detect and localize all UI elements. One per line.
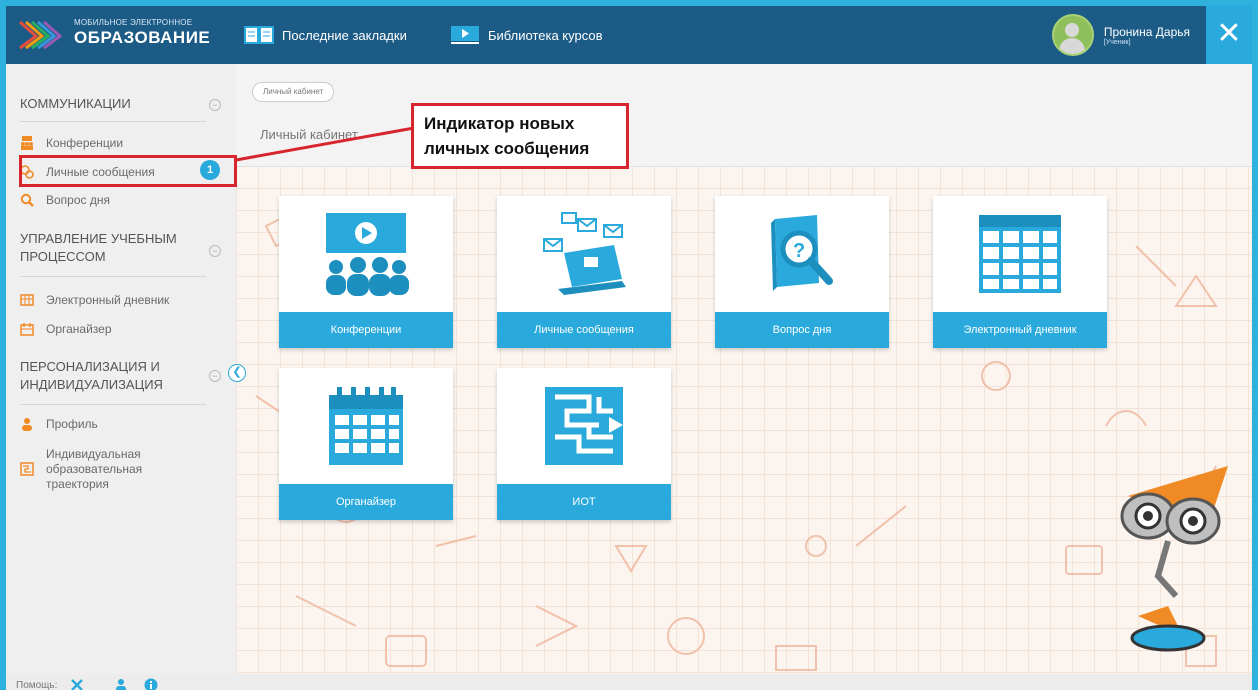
- user-profile[interactable]: Пронина Дарья [Ученик]: [1051, 14, 1190, 56]
- library-label: Библиотека курсов: [488, 27, 603, 43]
- section-personalization-title: ПЕРСОНАЛИЗАЦИЯ И ИНДИВИДУАЛИЗАЦИЯ: [20, 358, 163, 394]
- sidebar-item-label: Конференции: [46, 136, 124, 150]
- logo-icon: [19, 20, 63, 50]
- tile-diary[interactable]: Электронный дневник: [933, 196, 1107, 348]
- help-label: Помощь:: [16, 680, 58, 690]
- divider: [20, 276, 206, 277]
- book-icon: [244, 26, 274, 44]
- sidebar-item-label: траектория: [46, 477, 109, 491]
- sidebar-item-diary[interactable]: Электронный дневник: [20, 293, 169, 307]
- annotation-line: личных сообщения: [424, 139, 590, 158]
- sidebar-item-label: Профиль: [46, 417, 98, 431]
- divider: [20, 121, 206, 122]
- logo[interactable]: МОБИЛЬНОЕ ЭЛЕКТРОННОЕ ОБРАЗОВАНИЕ: [16, 18, 216, 52]
- logo-small-text: МОБИЛЬНОЕ ЭЛЕКТРОННОЕ: [74, 18, 193, 27]
- tile-organizer[interactable]: Органайзер: [279, 368, 453, 520]
- section-process-title: УПРАВЛЕНИЕ УЧЕБНЫМ ПРОЦЕССОМ: [20, 230, 177, 266]
- tile-image: [279, 196, 453, 312]
- tile-image: [279, 368, 453, 484]
- divider: [20, 404, 206, 405]
- robot-mascot-image: [1120, 466, 1228, 652]
- tile-label: Вопрос дня: [715, 312, 889, 348]
- top-bar: МОБИЛЬНОЕ ЭЛЕКТРОННОЕ ОБРАЗОВАНИЕ Послед…: [6, 6, 1252, 64]
- tile-conferences[interactable]: Конференции: [279, 196, 453, 348]
- section-title-line: ПЕРСОНАЛИЗАЦИЯ И: [20, 359, 160, 374]
- search-small-icon: [20, 193, 34, 207]
- user-role: [Ученик]: [1103, 38, 1131, 46]
- sidebar-item-label: Вопрос дня: [46, 193, 110, 207]
- section-title-line: ИНДИВИДУАЛИЗАЦИЯ: [20, 377, 163, 392]
- section-toggle-icon[interactable]: −: [209, 370, 221, 382]
- question-magnifier-icon: ?: [771, 215, 833, 291]
- sidebar-item-label: Электронный дневник: [46, 293, 170, 307]
- conference-small-icon: [21, 136, 33, 150]
- breadcrumb[interactable]: Личный кабинет: [252, 82, 335, 102]
- tile-label: Личные сообщения: [497, 312, 671, 348]
- app-window: МОБИЛЬНОЕ ЭЛЕКТРОННОЕ ОБРАЗОВАНИЕ Послед…: [6, 6, 1252, 690]
- close-icon[interactable]: ✕: [1206, 6, 1252, 64]
- doodle-background: Конференции Личные сообщения ? Вопрос дн…: [236, 166, 1252, 690]
- bookmarks-label: Последние закладки: [282, 27, 407, 43]
- logo-title: ОБРАЗОВАНИЕ: [74, 28, 211, 47]
- section-toggle-icon[interactable]: −: [209, 99, 221, 111]
- section-toggle-icon[interactable]: −: [209, 245, 221, 257]
- calendar-small-icon: [20, 323, 34, 336]
- annotation-line: Индикатор новых: [424, 114, 575, 133]
- bookmarks-link[interactable]: Последние закладки: [244, 24, 407, 46]
- sidebar-item-label: образовательная: [46, 462, 143, 476]
- maze-icon: [545, 387, 623, 465]
- tile-iot[interactable]: ИОТ: [497, 368, 671, 520]
- video-library-icon: [451, 26, 479, 44]
- tools-icon[interactable]: [70, 678, 84, 690]
- tile-image: [497, 368, 671, 484]
- sidebar-item-label: Органайзер: [46, 322, 112, 336]
- library-link[interactable]: Библиотека курсов: [450, 24, 603, 46]
- section-communications-title: КОММУНИКАЦИИ: [20, 96, 131, 111]
- avatar: [1051, 14, 1094, 56]
- user-help-icon[interactable]: [114, 678, 128, 690]
- diary-small-icon: [20, 294, 34, 306]
- tile-label: Органайзер: [279, 484, 453, 520]
- tile-messages[interactable]: Личные сообщения: [497, 196, 671, 348]
- messages-highlight-box: [19, 155, 237, 187]
- footer: Помощь:: [6, 674, 1252, 690]
- sidebar-item-profile[interactable]: Профиль: [20, 417, 98, 431]
- sidebar-item-trajectory[interactable]: Индивидуальная образовательная траектори…: [20, 447, 142, 492]
- tile-image: [933, 196, 1107, 312]
- tile-label: Электронный дневник: [933, 312, 1107, 348]
- collapse-sidebar-button[interactable]: ❮: [228, 364, 246, 382]
- messages-laptop-icon: [543, 212, 626, 295]
- annotation-callout: Индикатор новых личных сообщения: [411, 103, 629, 169]
- tile-question[interactable]: ? Вопрос дня: [715, 196, 889, 348]
- user-small-icon: [22, 418, 32, 431]
- sidebar-item-question[interactable]: Вопрос дня: [20, 193, 110, 207]
- conference-icon: [326, 213, 409, 296]
- section-title-line: ПРОЦЕССОМ: [20, 249, 106, 264]
- info-icon[interactable]: [144, 678, 158, 690]
- calendar-icon: [329, 387, 403, 465]
- user-name: Пронина Дарья: [1103, 24, 1190, 39]
- tile-image: [497, 196, 671, 312]
- svg-text:?: ?: [793, 240, 805, 262]
- annotation-pointer-line: [236, 126, 415, 162]
- tile-image: ?: [715, 196, 889, 312]
- diary-grid-icon: [979, 215, 1061, 293]
- sidebar-item-label: Индивидуальная: [46, 447, 141, 461]
- trajectory-small-icon: [20, 462, 34, 476]
- sidebar-item-organizer[interactable]: Органайзер: [20, 322, 112, 336]
- sidebar-item-conferences[interactable]: Конференции: [20, 136, 123, 150]
- tile-label: ИОТ: [497, 484, 671, 520]
- section-title-line: УПРАВЛЕНИЕ УЧЕБНЫМ: [20, 231, 177, 246]
- tile-label: Конференции: [279, 312, 453, 348]
